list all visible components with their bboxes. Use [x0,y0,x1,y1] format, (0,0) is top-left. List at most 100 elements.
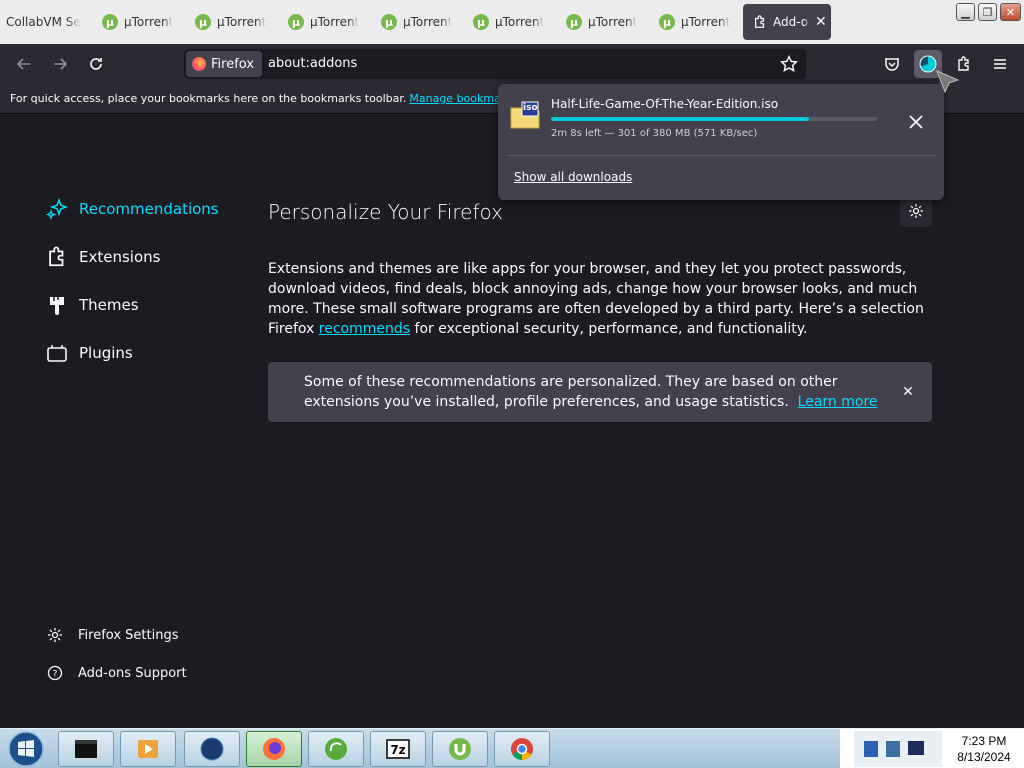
tab-utorrent-5[interactable]: µ µTorrent [473,4,549,40]
firefox-logo-icon [192,57,206,71]
tab-label: µTorrent [310,15,360,29]
gear-icon [909,204,923,218]
category-label: Themes [79,296,139,314]
utorrent-icon: µ [473,14,489,30]
terminal-icon [75,740,97,758]
utorrent-icon: µ [195,14,211,30]
url-text[interactable]: about:addons [268,56,357,71]
file-type-label: iso [523,103,538,113]
tab-addons[interactable]: Add-o ✕ [743,4,831,40]
reload-button[interactable] [82,50,110,78]
taskbar-app-firefox[interactable] [246,731,302,767]
utorrent-icon: µ [566,14,582,30]
taskbar-app-media-player[interactable] [120,731,176,767]
menu-button[interactable] [986,50,1014,78]
category-label: Recommendations [79,200,219,218]
globe-icon [200,737,224,761]
download-filename: Half-Life-Game-Of-The-Year-Edition.iso [551,97,779,111]
recommends-link[interactable]: recommends [319,321,410,337]
tray-icons[interactable] [854,731,942,767]
tab-utorrent-3[interactable]: µ µTorrent [288,4,364,40]
panel-separator [506,155,936,156]
taskbar-app-network[interactable] [184,731,240,767]
identity-box[interactable]: Firefox [186,51,263,77]
taskbar-app-chrome[interactable] [494,731,550,767]
close-window-button[interactable]: ✕ [1000,3,1021,21]
tab-label: µTorrent [588,15,638,29]
tab-utorrent-2[interactable]: µ µTorrent [195,4,271,40]
addons-support-link[interactable]: ? Add-ons Support [46,664,187,682]
back-button[interactable] [10,50,38,78]
close-icon: ✕ [902,384,914,400]
clock-time: 7:23 PM [961,734,1007,748]
description-text: for exceptional security, performance, a… [410,321,808,337]
category-plugins[interactable]: Plugins [46,342,133,364]
utorrent-icon: µ [659,14,675,30]
tab-close-icon[interactable]: ✕ [815,14,827,30]
utorrent-icon: µ [381,14,397,30]
category-recommendations[interactable]: Recommendations [46,198,219,220]
bookmarks-message: For quick access, place your bookmarks h… [10,92,407,105]
system-tray: 7:23 PM 8/13/2024 [840,729,1024,768]
network-icon[interactable] [864,741,878,757]
iso-file-icon: iso [510,100,540,130]
url-bar[interactable]: Firefox about:addons [184,49,806,79]
page-title: Personalize Your Firefox [268,200,503,224]
utorrent-icon: µ [102,14,118,30]
notice-message: Some of these recommendations are person… [304,372,894,412]
utorrent-icon: µ [288,14,304,30]
download-status: 2m 8s left — 301 of 380 MB (571 KB/sec) [551,128,758,139]
gear-icon [46,626,64,644]
cancel-download-button[interactable] [902,108,930,136]
tab-utorrent-6[interactable]: µ µTorrent [566,4,642,40]
close-icon [909,115,923,129]
monitor-icon[interactable] [908,741,924,755]
footer-label: Add-ons Support [78,665,187,681]
tab-utorrent-1[interactable]: µ µTorrent [102,4,178,40]
bookmark-star-icon[interactable] [780,55,798,73]
utility-app-icon [325,738,347,760]
taskbar-app-utorrent[interactable] [432,731,488,767]
taskbar: 7z 7:23 PM 8/13/2024 [0,728,1024,768]
tab-label: Add-o [773,15,809,29]
learn-more-link[interactable]: Learn more [798,394,878,410]
mouse-cursor-icon [936,70,960,100]
maximize-button[interactable]: ❐ [978,3,997,21]
tab-strip: CollabVM Se µ µTorrent µ µTorrent µ µTor… [0,0,1024,44]
forward-arrow-icon [54,58,68,70]
show-all-downloads-button[interactable]: Show all downloads [514,170,632,184]
sparkle-icon [46,198,68,220]
pocket-icon [885,58,899,71]
category-label: Extensions [79,248,161,266]
chrome-icon [511,738,533,760]
firefox-settings-link[interactable]: Firefox Settings [46,626,178,644]
pocket-button[interactable] [878,50,906,78]
dismiss-notice-button[interactable]: ✕ [898,382,918,402]
tab-label: µTorrent [495,15,545,29]
minimize-button[interactable]: ▁ [956,3,975,21]
forward-button[interactable] [46,50,74,78]
footer-label: Firefox Settings [78,627,179,643]
puzzle-icon [46,246,68,268]
category-themes[interactable]: Themes [46,294,139,316]
category-extensions[interactable]: Extensions [46,246,160,268]
identity-label: Firefox [211,56,255,72]
tab-collabvm[interactable]: CollabVM Se [6,4,90,40]
taskbar-app-terminal[interactable] [58,731,114,767]
back-arrow-icon [16,58,30,70]
taskbar-app-utility[interactable] [308,731,364,767]
downloads-panel: iso Half-Life-Game-Of-The-Year-Edition.i… [498,84,944,200]
clock[interactable]: 7:23 PM 8/13/2024 [944,733,1024,765]
taskbar-app-7zip[interactable]: 7z [370,731,426,767]
tab-label: µTorrent [124,15,174,29]
windows-logo-icon [8,731,44,767]
tab-utorrent-7[interactable]: µ µTorrent [659,4,735,40]
personalization-notice: Some of these recommendations are person… [268,362,932,422]
start-button[interactable] [4,729,48,768]
volume-icon[interactable] [886,741,900,757]
plugin-icon [46,342,68,364]
clock-date: 8/13/2024 [957,750,1011,764]
tab-utorrent-4[interactable]: µ µTorrent [381,4,457,40]
media-player-icon [138,740,158,758]
nav-bar: Firefox about:addons [0,44,1024,84]
